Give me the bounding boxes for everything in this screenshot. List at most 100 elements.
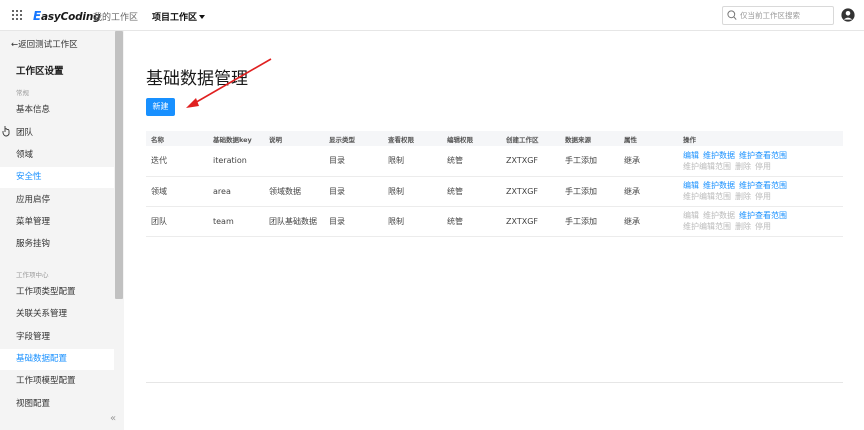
table-cell-view: 限制	[383, 176, 442, 207]
page-title: 基础数据管理	[146, 69, 248, 89]
table-cell-desc: 领域数据	[264, 176, 324, 207]
action-link[interactable]: 维护查看范围	[739, 211, 787, 220]
action-link[interactable]: 维护数据	[703, 151, 735, 160]
nav-project-workspace-label: 项目工作区	[152, 13, 198, 23]
back-to-workspace-link[interactable]: ←返回测试工作区	[11, 38, 78, 50]
table-cell-source: 手工添加	[560, 206, 619, 237]
column-header-attribute: 属性	[619, 131, 678, 146]
sidebar-item-relation-management[interactable]: 关联关系管理	[0, 304, 114, 325]
table-cell-workspace: ZXTXGF	[501, 176, 560, 207]
table-cell-key: iteration	[208, 146, 264, 177]
base-data-table: 名称 基础数据key 说明 显示类型 查看权限 编辑权限 创建工作区 数据来源 …	[146, 131, 843, 237]
table-cell-attr: 继承	[619, 206, 678, 237]
collapse-sidebar-icon[interactable]: «	[110, 413, 116, 424]
table-cell-attr: 继承	[619, 146, 678, 177]
column-header-created-workspace: 创建工作区	[501, 131, 560, 146]
action-link[interactable]: 维护查看范围	[739, 151, 787, 160]
top-bar: EasyCoding 我的工作区 项目工作区	[0, 0, 864, 31]
logo-letter: E	[33, 9, 41, 23]
new-button[interactable]: 新建	[146, 98, 175, 116]
search-box[interactable]	[722, 6, 834, 25]
sidebar-item-basic-info[interactable]: 基本信息	[0, 100, 114, 121]
action-link: 删除	[735, 222, 751, 231]
column-header-actions: 操作	[678, 131, 843, 146]
chevron-down-icon	[199, 15, 206, 19]
action-link: 停用	[755, 192, 771, 201]
action-line: 维护编辑范围 删除 停用	[683, 221, 843, 232]
action-link[interactable]: 维护查看范围	[739, 181, 787, 190]
action-line: 编辑 维护数据 维护查看范围	[683, 210, 843, 221]
action-link: 维护数据	[703, 211, 735, 220]
table-cell-view: 限制	[383, 146, 442, 177]
table-cell-desc	[264, 146, 324, 177]
sidebar-item-area[interactable]: 领域	[0, 145, 114, 166]
search-icon	[727, 10, 737, 20]
mouse-cursor-icon	[2, 126, 10, 137]
sidebar-item-view-config[interactable]: 视图配置	[0, 394, 114, 415]
sidebar-title: 工作区设置	[16, 66, 64, 77]
column-header-data-source: 数据来源	[560, 131, 619, 146]
table-cell-display: 目录	[324, 146, 383, 177]
action-link: 删除	[735, 161, 751, 171]
table-cell-workspace: ZXTXGF	[501, 146, 560, 177]
sidebar-group-workitem-center: 工作项中心	[16, 271, 49, 279]
column-header-display-type: 显示类型	[324, 131, 383, 146]
table-footer-divider	[146, 382, 843, 383]
search-input[interactable]	[740, 9, 832, 22]
table-cell-desc: 团队基础数据	[264, 206, 324, 237]
action-link[interactable]: 编辑	[683, 151, 699, 160]
sidebar-item-field-management[interactable]: 字段管理	[0, 327, 114, 348]
action-link: 停用	[755, 161, 771, 171]
action-link[interactable]: 维护数据	[703, 181, 735, 190]
nav-project-workspace[interactable]: 项目工作区	[152, 10, 206, 23]
sidebar-item-base-data-config[interactable]: 基础数据配置	[0, 349, 114, 370]
table-cell-actions: 编辑 维护数据 维护查看范围 维护编辑范围 删除 停用	[678, 206, 843, 237]
table-cell-key: team	[208, 206, 264, 237]
table-row: 领域 area 领域数据 目录 限制 统管 ZXTXGF 手工添加 继承 编辑 维护数据 维护查看范围…	[146, 176, 843, 207]
sidebar-scrollbar[interactable]	[115, 31, 123, 299]
action-link[interactable]: 编辑	[683, 181, 699, 190]
table-cell-name: 团队	[146, 206, 208, 237]
table-cell-display: 目录	[324, 176, 383, 207]
sidebar-item-security[interactable]: 安全性	[0, 167, 114, 188]
sidebar-item-service-hooks[interactable]: 服务挂钩	[0, 234, 114, 255]
sidebar-item-app-toggle[interactable]: 应用启停	[0, 190, 114, 211]
action-link: 维护编辑范围	[683, 222, 731, 231]
sidebar-group-general: 常规	[16, 89, 29, 97]
nav-my-workspace[interactable]: 我的工作区	[93, 10, 138, 23]
sidebar-item-workitem-model[interactable]: 工作项模型配置	[0, 371, 114, 392]
sidebar-item-workitem-type[interactable]: 工作项类型配置	[0, 282, 114, 303]
user-avatar-icon[interactable]	[841, 8, 855, 22]
table-cell-display: 目录	[324, 206, 383, 237]
apps-grid-icon[interactable]	[12, 10, 22, 20]
table-cell-source: 手工添加	[560, 176, 619, 207]
column-header-name: 名称	[146, 131, 208, 146]
action-link: 维护编辑范围	[683, 161, 731, 171]
table-cell-edit: 统管	[442, 206, 501, 237]
action-line: 维护编辑范围 删除 停用	[683, 191, 843, 202]
table-header-row: 名称 基础数据key 说明 显示类型 查看权限 编辑权限 创建工作区 数据来源 …	[146, 131, 843, 146]
column-header-description: 说明	[264, 131, 324, 146]
app-logo[interactable]: EasyCoding	[33, 9, 101, 23]
column-header-key: 基础数据key	[208, 131, 264, 146]
action-link: 编辑	[683, 211, 699, 220]
table-cell-name: 迭代	[146, 146, 208, 177]
table-cell-name: 领域	[146, 176, 208, 207]
table-cell-view: 限制	[383, 206, 442, 237]
table-row: 迭代 iteration 目录 限制 统管 ZXTXGF 手工添加 继承 编辑 维护数据 维护查看范…	[146, 146, 843, 177]
table-cell-edit: 统管	[442, 146, 501, 177]
action-link: 停用	[755, 222, 771, 231]
action-link: 删除	[735, 192, 751, 201]
sidebar-item-team[interactable]: 团队	[0, 123, 114, 144]
sidebar-item-menu-management[interactable]: 菜单管理	[0, 212, 114, 233]
action-line: 编辑 维护数据 维护查看范围	[683, 180, 843, 191]
table-cell-key: area	[208, 176, 264, 207]
table-cell-edit: 统管	[442, 176, 501, 207]
table-row: 团队 team 团队基础数据 目录 限制 统管 ZXTXGF 手工添加 继承 编辑 维护数据 维护查看…	[146, 206, 843, 237]
table-cell-attr: 继承	[619, 176, 678, 207]
action-line: 维护编辑范围 删除 停用	[683, 161, 843, 172]
table-cell-workspace: ZXTXGF	[501, 206, 560, 237]
sidebar: ←返回测试工作区 工作区设置 常规 基本信息 团队 领域 安全性 应用启停 菜单…	[0, 31, 124, 430]
table-cell-actions: 编辑 维护数据 维护查看范围 维护编辑范围 删除 停用	[678, 176, 843, 207]
table-cell-source: 手工添加	[560, 146, 619, 177]
